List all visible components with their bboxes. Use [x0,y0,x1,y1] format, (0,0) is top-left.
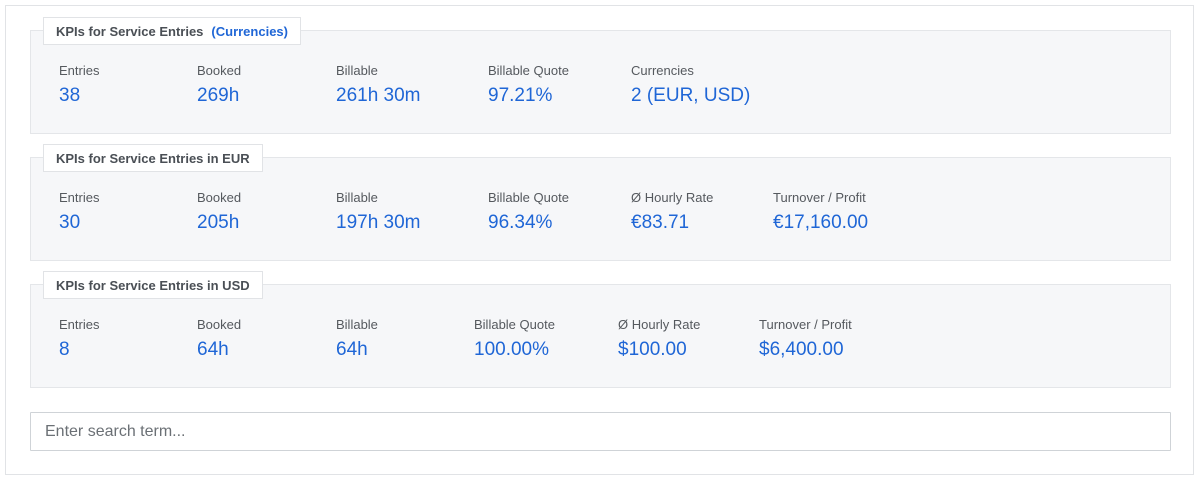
kpi-billable-quote: Billable Quote 96.34% [488,190,569,234]
kpi-value: $6,400.00 [759,339,844,360]
kpi-entries: Entries 38 [59,63,99,107]
kpi-value: 30 [59,212,81,233]
kpi-label: Booked [197,317,242,332]
kpi-label: Turnover / Profit [773,190,866,205]
kpi-label: Billable Quote [488,63,569,78]
kpi-turnover-profit: Turnover / Profit €17,160.00 [773,190,868,234]
panel-title-text: KPIs for Service Entries [56,23,204,39]
kpi-value: 64h [336,339,368,360]
kpi-billable: Billable 261h 30m [336,63,421,107]
kpi-panel-usd: KPIs for Service Entries in USD Entries … [30,271,1171,388]
kpi-value: €83.71 [631,212,690,233]
panel-title: KPIs for Service Entries in EUR [43,144,263,172]
kpi-label: Turnover / Profit [759,317,852,332]
kpi-label: Booked [197,63,242,78]
search-input[interactable] [30,412,1171,451]
kpi-value: 269h [197,85,240,106]
kpi-entries: Entries 30 [59,190,99,234]
kpi-booked: Booked 269h [197,63,241,107]
kpi-value: €17,160.00 [773,212,869,233]
kpi-label: Entries [59,63,100,78]
kpi-hourly-rate: Ø Hourly Rate €83.71 [631,190,713,234]
kpi-booked: Booked 64h [197,317,241,361]
kpi-value: 100.00% [474,339,550,360]
kpi-label: Entries [59,317,100,332]
kpi-label: Ø Hourly Rate [631,190,714,205]
kpi-entries: Entries 8 [59,317,99,361]
kpi-turnover-profit: Turnover / Profit $6,400.00 [759,317,852,361]
kpi-panel-eur: KPIs for Service Entries in EUR Entries … [30,144,1171,261]
currencies-link[interactable]: (Currencies) [211,24,288,39]
kpi-label: Booked [197,190,242,205]
kpi-currencies: Currencies 2 (EUR, USD) [631,63,750,107]
kpi-value: 8 [59,339,70,360]
panel-title-text: KPIs for Service Entries in EUR [56,150,250,166]
kpi-label: Billable [336,317,378,332]
kpi-panel-all: KPIs for Service Entries (Currencies) En… [30,17,1171,134]
kpi-label: Billable [336,190,378,205]
kpi-label: Billable Quote [488,190,569,205]
kpi-label: Billable Quote [474,317,555,332]
kpi-container: KPIs for Service Entries (Currencies) En… [5,5,1194,475]
kpi-billable: Billable 64h [336,317,378,361]
kpi-billable-quote: Billable Quote 97.21% [488,63,569,107]
kpi-booked: Booked 205h [197,190,241,234]
kpi-billable-quote: Billable Quote 100.00% [474,317,555,361]
panel-title: KPIs for Service Entries in USD [43,271,263,299]
kpi-value: 96.34% [488,212,553,233]
kpi-hourly-rate: Ø Hourly Rate $100.00 [618,317,700,361]
kpi-label: Ø Hourly Rate [618,317,701,332]
kpi-value: 2 (EUR, USD) [631,85,751,106]
kpi-value: 261h 30m [336,85,421,106]
kpi-label: Billable [336,63,378,78]
kpi-label: Currencies [631,63,694,78]
kpi-value: $100.00 [618,339,687,360]
kpi-value: 197h 30m [336,212,421,233]
kpi-value: 64h [197,339,229,360]
kpi-value: 97.21% [488,85,553,106]
kpi-label: Entries [59,190,100,205]
panel-title: KPIs for Service Entries (Currencies) [43,17,301,45]
kpi-value: 38 [59,85,81,106]
kpi-value: 205h [197,212,240,233]
panel-title-text: KPIs for Service Entries in USD [56,277,250,293]
kpi-billable: Billable 197h 30m [336,190,421,234]
